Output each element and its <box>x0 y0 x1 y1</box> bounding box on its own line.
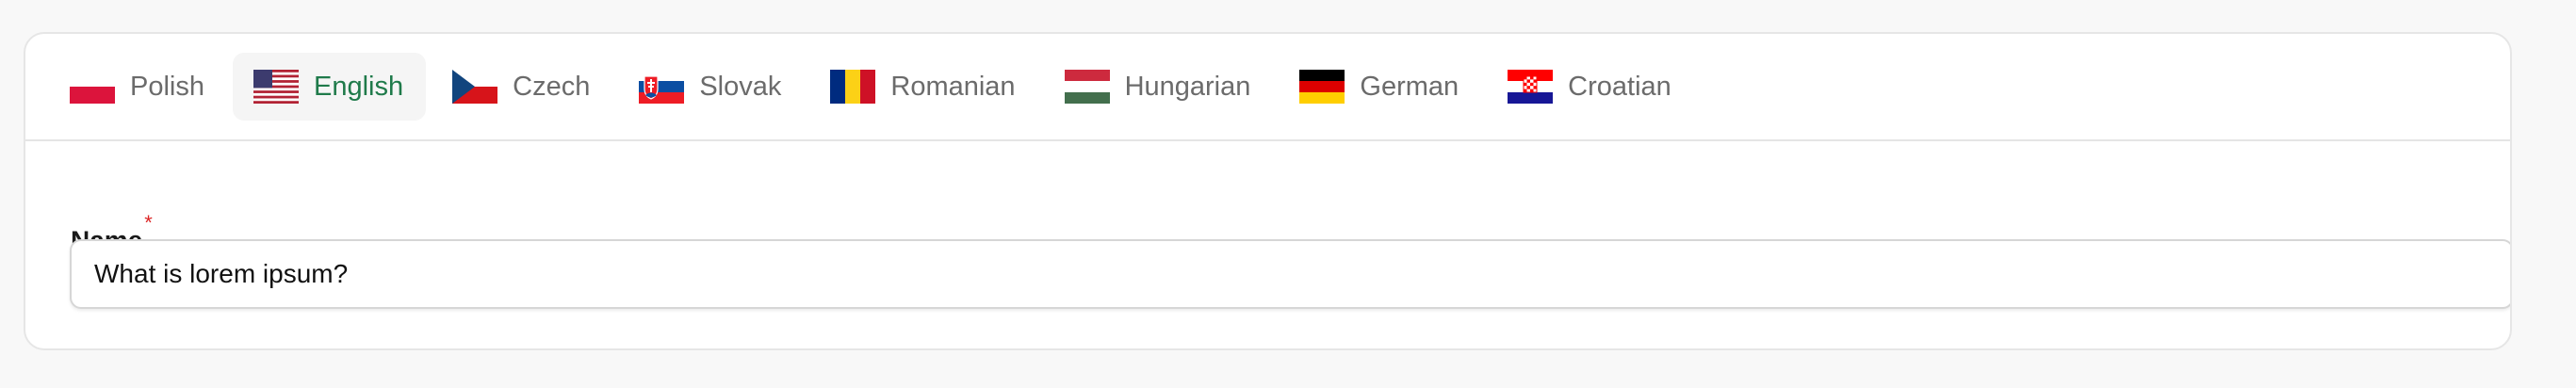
tab-label: Polish <box>130 71 204 102</box>
tab-label: Hungarian <box>1124 71 1251 102</box>
tab-slovak[interactable]: Slovak <box>618 53 804 121</box>
translation-card: Polish English Czech Slovak Romanian Hun… <box>24 32 2512 350</box>
slovakia-flag-icon <box>639 70 685 104</box>
czech-flag-icon <box>452 70 498 104</box>
tab-polish[interactable]: Polish <box>49 53 227 121</box>
romania-flag-icon <box>830 70 876 104</box>
tab-croatian[interactable]: Croatian <box>1487 53 1694 121</box>
usa-flag-icon <box>253 70 299 104</box>
required-marker: * <box>144 211 153 234</box>
poland-flag-icon <box>70 70 115 104</box>
tab-label: English <box>314 71 404 102</box>
language-tabs: Polish English Czech Slovak Romanian Hun… <box>25 34 2510 141</box>
croatia-flag-icon <box>1508 70 1554 104</box>
tab-german[interactable]: German <box>1279 53 1481 121</box>
hungary-flag-icon <box>1064 70 1110 104</box>
tab-label: German <box>1360 71 1459 102</box>
name-input[interactable] <box>70 239 2510 309</box>
tab-label: Slovak <box>699 71 782 102</box>
tab-label: Czech <box>513 71 591 102</box>
tab-english[interactable]: English <box>233 53 427 121</box>
tab-label: Romanian <box>890 71 1016 102</box>
tab-romanian[interactable]: Romanian <box>809 53 1037 121</box>
tab-czech[interactable]: Czech <box>432 53 612 121</box>
germany-flag-icon <box>1299 70 1345 104</box>
tab-hungarian[interactable]: Hungarian <box>1044 53 1274 121</box>
tab-label: Croatian <box>1568 71 1671 102</box>
